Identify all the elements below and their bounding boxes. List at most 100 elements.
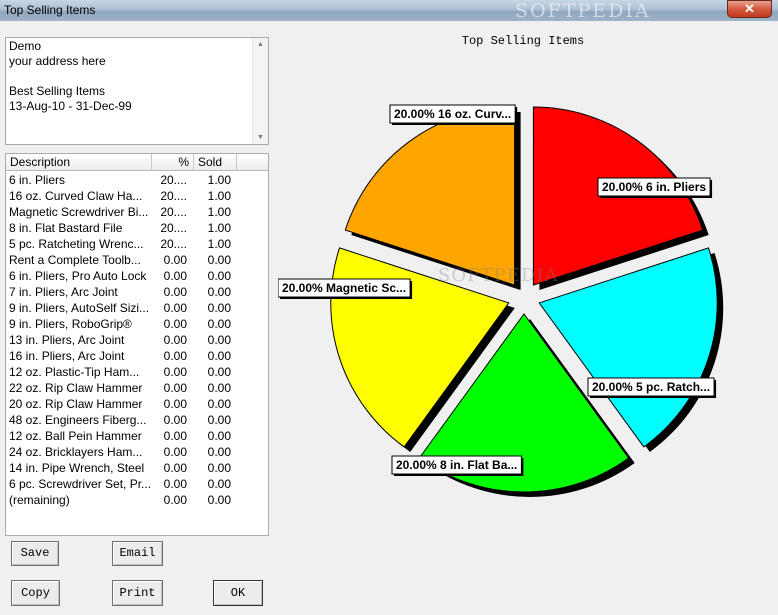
cell-percent: 0.00 bbox=[163, 461, 187, 475]
cell-percent: 20.... bbox=[160, 237, 187, 251]
table-row[interactable]: 5 pc. Ratcheting Wrenc... 20.... 1.00 bbox=[6, 236, 268, 252]
table-row[interactable]: Magnetic Screwdriver Bi... 20.... 1.00 bbox=[6, 204, 268, 220]
close-icon: ✕ bbox=[744, 1, 755, 16]
scroll-down-icon[interactable]: ▼ bbox=[257, 134, 264, 141]
table-row[interactable]: 9 in. Pliers, RoboGrip® 0.00 0.00 bbox=[6, 316, 268, 332]
copy-button-label: Copy bbox=[21, 586, 50, 600]
cell-percent: 20.... bbox=[160, 221, 187, 235]
items-list[interactable]: Description % Sold 6 in. Pliers 20.... 1.0… bbox=[5, 153, 269, 536]
cell-sold: 0.00 bbox=[207, 365, 231, 379]
cell-sold: 0.00 bbox=[207, 397, 231, 411]
report-name: Best Selling Items bbox=[9, 84, 106, 98]
table-row[interactable]: 7 in. Pliers, Arc Joint 0.00 0.00 bbox=[6, 284, 268, 300]
table-row[interactable]: 14 in. Pipe Wrench, Steel 0.00 0.00 bbox=[6, 460, 268, 476]
cell-sold: 1.00 bbox=[207, 205, 231, 219]
table-row[interactable]: 12 oz. Ball Pein Hammer 0.00 0.00 bbox=[6, 428, 268, 444]
cell-sold: 0.00 bbox=[207, 333, 231, 347]
cell-percent: 0.00 bbox=[163, 493, 187, 507]
list-rows: 6 in. Pliers 20.... 1.00 16 oz. Curved Claw… bbox=[6, 172, 268, 508]
cell-description: 22 oz. Rip Claw Hammer bbox=[9, 381, 143, 395]
cell-sold: 1.00 bbox=[207, 221, 231, 235]
cell-percent: 0.00 bbox=[163, 333, 187, 347]
table-row[interactable]: 6 pc. Screwdriver Set, Pr... 0.00 0.00 bbox=[6, 476, 268, 492]
scroll-up-icon[interactable]: ▲ bbox=[257, 41, 264, 48]
table-row[interactable]: 48 oz. Engineers Fiberg... 0.00 0.00 bbox=[6, 412, 268, 428]
cell-description: 8 in. Flat Bastard File bbox=[9, 221, 123, 235]
cell-percent: 0.00 bbox=[163, 285, 187, 299]
company-address: your address here bbox=[9, 54, 106, 68]
table-row[interactable]: 24 oz. Bricklayers Ham... 0.00 0.00 bbox=[6, 444, 268, 460]
window-title: Top Selling Items bbox=[4, 3, 96, 17]
cell-description: Rent a Complete Toolb... bbox=[9, 253, 141, 267]
cell-percent: 0.00 bbox=[163, 413, 187, 427]
copy-button[interactable]: Copy bbox=[11, 580, 60, 606]
table-row[interactable]: 16 oz. Curved Claw Ha... 20.... 1.00 bbox=[6, 188, 268, 204]
list-header: Description % Sold bbox=[6, 154, 268, 171]
title-bar[interactable]: Top Selling Items SOFTPEDIA ✕ bbox=[0, 0, 778, 22]
cell-sold: 0.00 bbox=[207, 317, 231, 331]
cell-description: 9 in. Pliers, RoboGrip® bbox=[9, 317, 132, 331]
table-row[interactable]: 9 in. Pliers, AutoSelf Sizi... 0.00 0.00 bbox=[6, 300, 268, 316]
close-button[interactable]: ✕ bbox=[727, 0, 772, 18]
cell-description: 14 in. Pipe Wrench, Steel bbox=[9, 461, 145, 475]
cell-percent: 0.00 bbox=[163, 301, 187, 315]
cell-description: 6 pc. Screwdriver Set, Pr... bbox=[9, 477, 152, 491]
pie-slice-label: 20.00% 16 oz. Curv... bbox=[389, 104, 518, 125]
cell-percent: 0.00 bbox=[163, 397, 187, 411]
cell-sold: 0.00 bbox=[207, 253, 231, 267]
cell-sold: 1.00 bbox=[207, 189, 231, 203]
cell-sold: 0.00 bbox=[207, 445, 231, 459]
cell-description: 5 pc. Ratcheting Wrenc... bbox=[9, 237, 144, 251]
cell-percent: 20.... bbox=[160, 189, 187, 203]
email-button[interactable]: Email bbox=[112, 541, 163, 566]
cell-sold: 0.00 bbox=[207, 461, 231, 475]
table-row[interactable]: 6 in. Pliers 20.... 1.00 bbox=[6, 172, 268, 188]
pie-slice-label-text: 20.00% 6 in. Pliers bbox=[602, 180, 706, 194]
table-row[interactable]: 16 in. Pliers, Arc Joint 0.00 0.00 bbox=[6, 348, 268, 364]
cell-sold: 0.00 bbox=[207, 285, 231, 299]
table-row[interactable]: 13 in. Pliers, Arc Joint 0.00 0.00 bbox=[6, 332, 268, 348]
cell-description: (remaining) bbox=[9, 493, 70, 507]
cell-percent: 0.00 bbox=[163, 253, 187, 267]
cell-sold: 0.00 bbox=[207, 381, 231, 395]
pie-chart-svg: 20.00% 6 in. Pliers 20.00% 5 pc. Ratch...… bbox=[278, 104, 724, 498]
cell-description: 24 oz. Bricklayers Ham... bbox=[9, 445, 143, 459]
pie-slice-label-text: 20.00% 8 in. Flat Ba... bbox=[396, 458, 517, 472]
column-header-percent[interactable]: % bbox=[152, 154, 194, 171]
cell-percent: 0.00 bbox=[163, 381, 187, 395]
table-row[interactable]: 22 oz. Rip Claw Hammer 0.00 0.00 bbox=[6, 380, 268, 396]
cell-sold: 1.00 bbox=[207, 173, 231, 187]
save-button[interactable]: Save bbox=[11, 541, 59, 566]
cell-percent: 0.00 bbox=[163, 429, 187, 443]
cell-percent: 0.00 bbox=[163, 477, 187, 491]
header-scrollbar[interactable]: ▲ ▼ bbox=[252, 38, 268, 144]
pie-chart: Top Selling Items 20.00% 6 in. Pliers 20.… bbox=[278, 28, 776, 608]
cell-sold: 0.00 bbox=[207, 429, 231, 443]
cell-description: 12 oz. Ball Pein Hammer bbox=[9, 429, 142, 443]
watermark: SOFTPEDIA bbox=[515, 0, 651, 22]
cell-sold: 1.00 bbox=[207, 237, 231, 251]
report-header-box[interactable]: Demo your address here Best Selling Item… bbox=[5, 37, 269, 145]
date-range: 13-Aug-10 - 31-Dec-99 bbox=[9, 99, 132, 113]
print-button[interactable]: Print bbox=[112, 580, 163, 606]
column-header-sold[interactable]: Sold bbox=[194, 154, 237, 171]
pie-slice-label-text: 20.00% 16 oz. Curv... bbox=[394, 107, 511, 121]
table-row[interactable]: Rent a Complete Toolb... 0.00 0.00 bbox=[6, 252, 268, 268]
chart-watermark: SOFTPEDIA bbox=[438, 265, 559, 286]
table-row[interactable]: 8 in. Flat Bastard File 20.... 1.00 bbox=[6, 220, 268, 236]
cell-sold: 0.00 bbox=[207, 493, 231, 507]
company-name: Demo bbox=[9, 39, 42, 53]
cell-description: 6 in. Pliers bbox=[9, 173, 66, 187]
pie-slice-label: 20.00% Magnetic Sc... bbox=[278, 278, 413, 299]
cell-description: 16 in. Pliers, Arc Joint bbox=[9, 349, 125, 363]
pie-slice-label: 20.00% 5 pc. Ratch... bbox=[587, 377, 717, 398]
table-row[interactable]: 20 oz. Rip Claw Hammer 0.00 0.00 bbox=[6, 396, 268, 412]
table-row[interactable]: 6 in. Pliers, Pro Auto Lock 0.00 0.00 bbox=[6, 268, 268, 284]
pie-slice-label-text: 20.00% Magnetic Sc... bbox=[282, 281, 406, 295]
ok-button[interactable]: OK bbox=[213, 580, 263, 606]
cell-description: 13 in. Pliers, Arc Joint bbox=[9, 333, 125, 347]
table-row[interactable]: 12 oz. Plastic-Tip Ham... 0.00 0.00 bbox=[6, 364, 268, 380]
column-header-description[interactable]: Description bbox=[6, 154, 152, 171]
ok-button-label: OK bbox=[230, 586, 246, 600]
table-row[interactable]: (remaining) 0.00 0.00 bbox=[6, 492, 268, 508]
